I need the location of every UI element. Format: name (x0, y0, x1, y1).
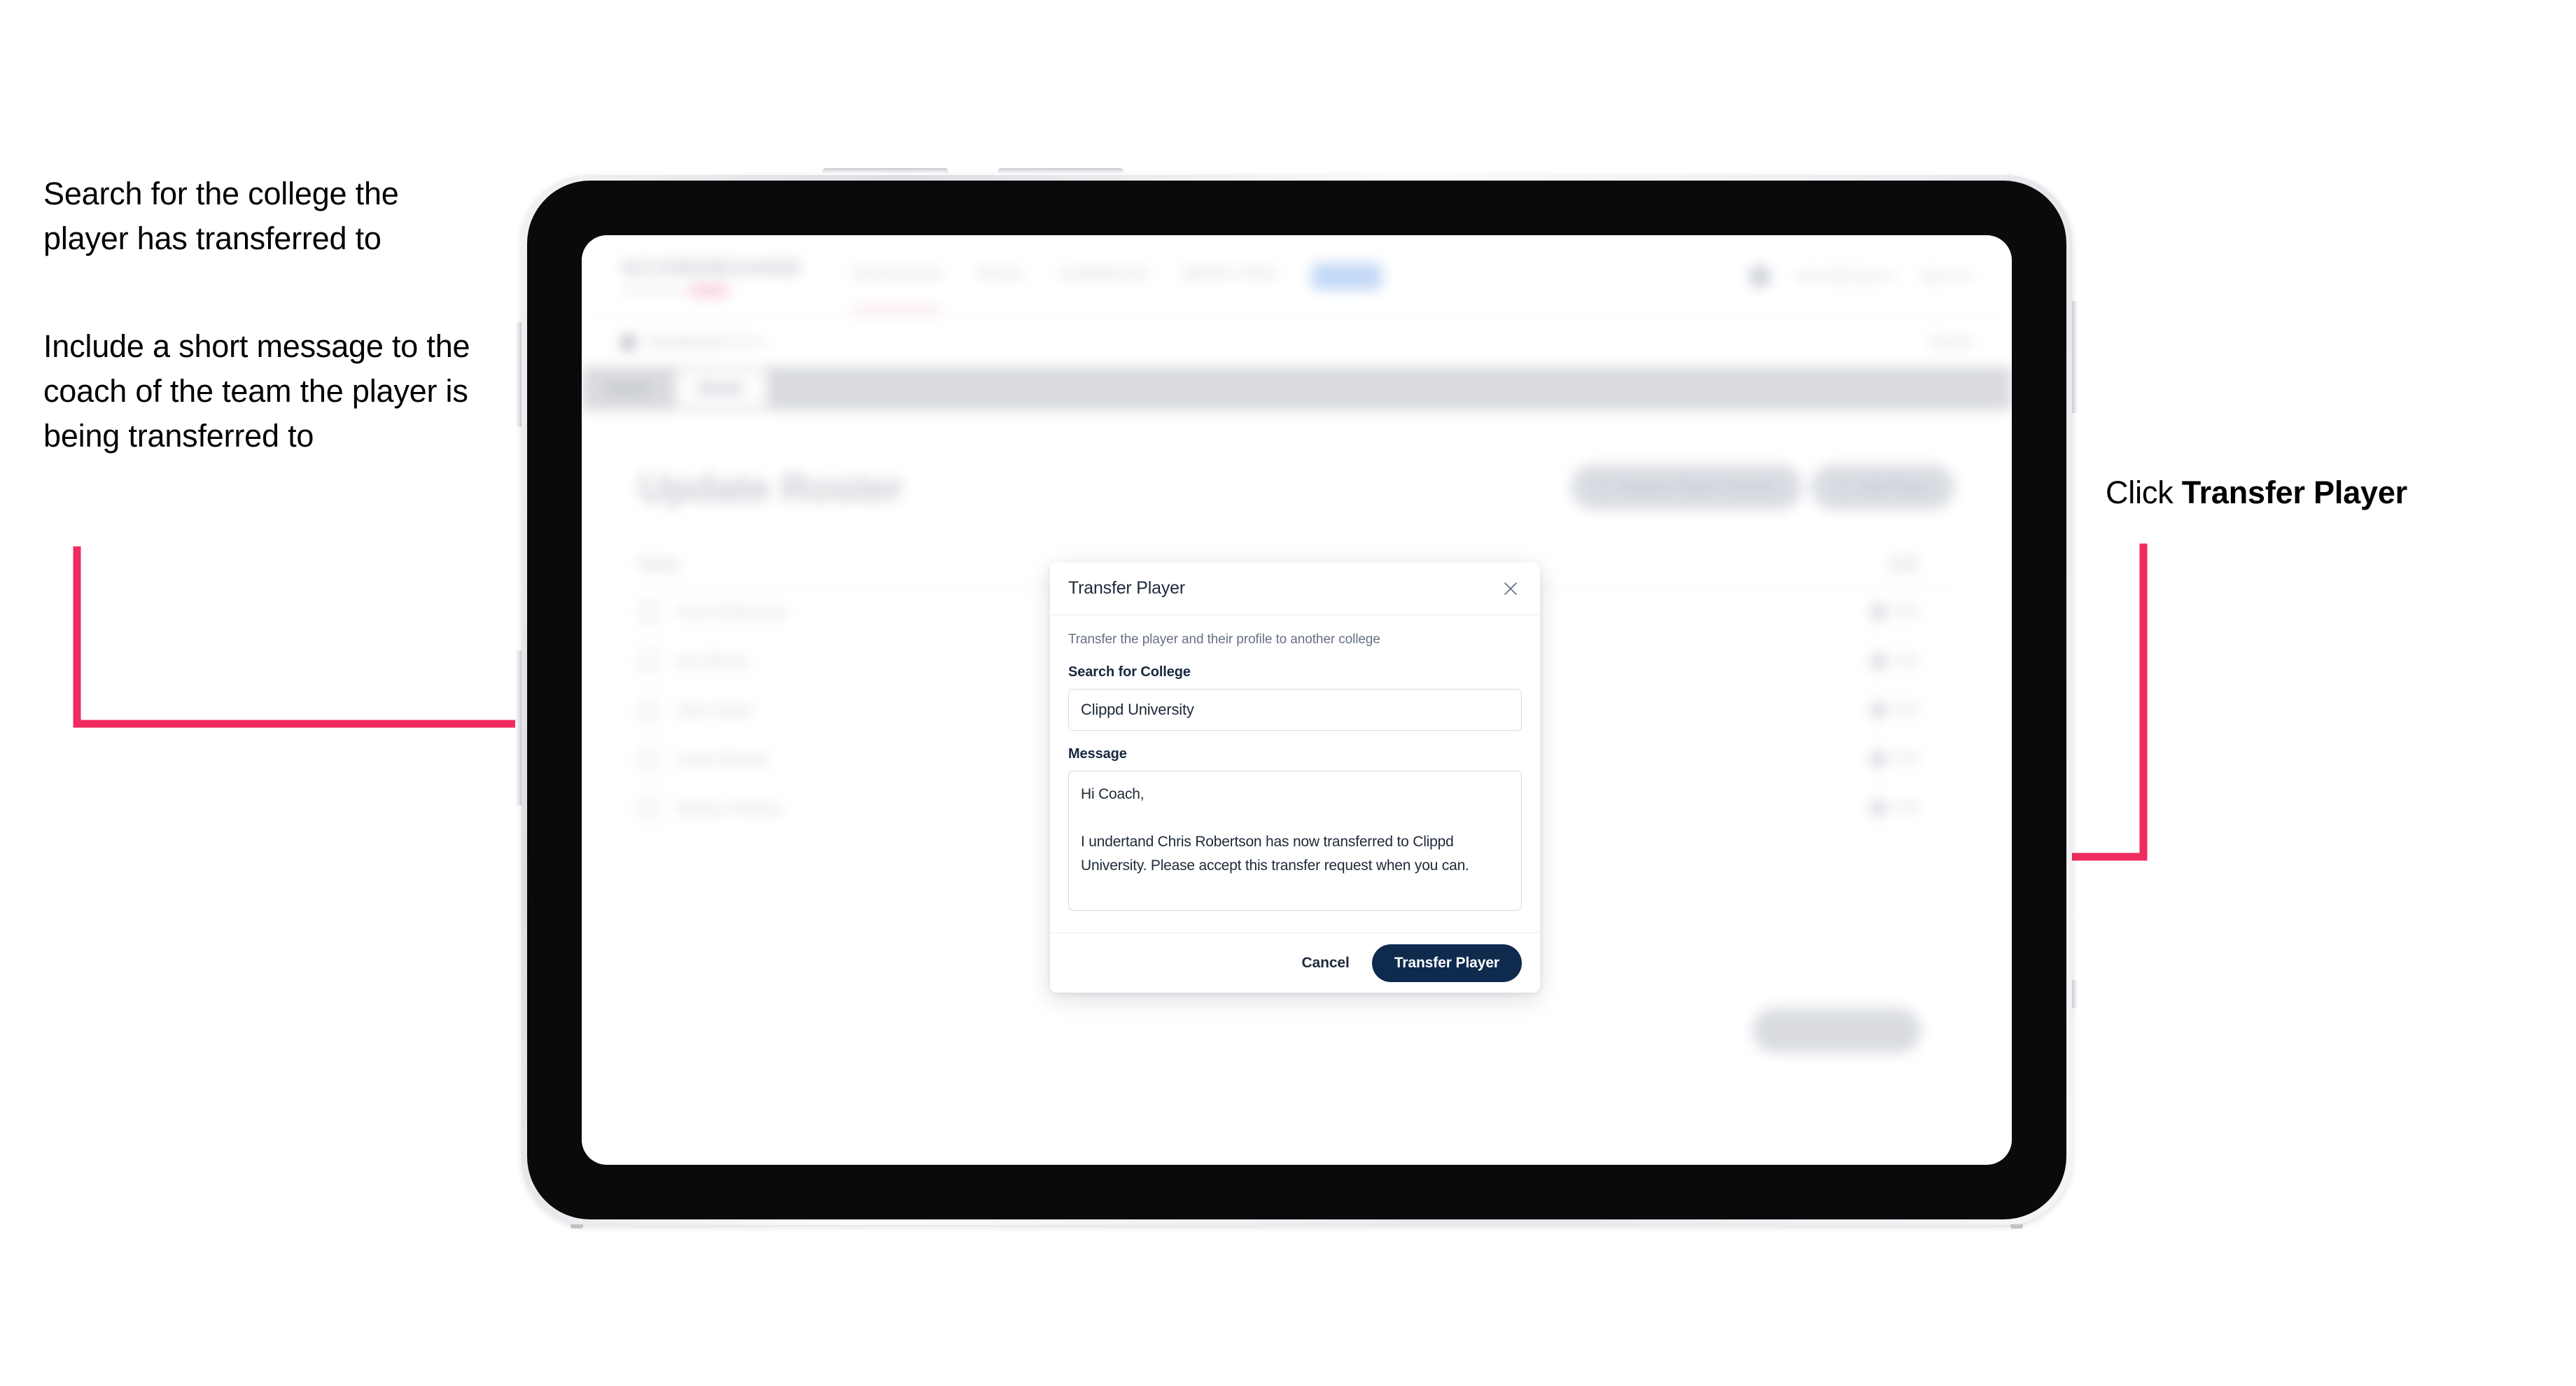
modal-subtitle: Transfer the player and their profile to… (1068, 632, 1380, 647)
bottom-contact-left (570, 1224, 583, 1228)
modal-footer: Cancel Transfer Player (1050, 932, 1540, 993)
device-screen: SCOREBOARD Powered by clippd Tournaments… (582, 235, 2012, 1165)
side-button-upper[interactable] (515, 322, 522, 427)
annotation-click-prefix: Click (2106, 475, 2182, 510)
annotation-search-college: Search for the college the player has tr… (43, 176, 399, 256)
close-icon[interactable] (1499, 577, 1522, 601)
modal-header: Transfer Player (1050, 562, 1540, 615)
screenshot-stage: Search for the college the player has tr… (0, 0, 2576, 1386)
annotation-click-target: Transfer Player (2181, 475, 2407, 510)
annotation-click-transfer: Click Transfer Player (2106, 470, 2540, 515)
bottom-contact-right (2010, 1224, 2023, 1228)
volume-up-button[interactable] (822, 168, 948, 175)
modal-title: Transfer Player (1068, 578, 1185, 598)
transfer-player-modal: Transfer Player Transfer the player and … (1050, 562, 1540, 993)
message-textarea[interactable]: Hi Coach, I undertand Chris Robertson ha… (1068, 771, 1522, 911)
transfer-player-button[interactable]: Transfer Player (1371, 944, 1522, 982)
volume-down-button[interactable] (997, 168, 1124, 175)
tablet-device: SCOREBOARD Powered by clippd Tournaments… (515, 168, 2078, 1228)
search-college-input[interactable] (1068, 689, 1522, 731)
message-field-label: Message (1068, 746, 1127, 762)
annotation-include-message: Include a short message to the coach of … (43, 328, 470, 454)
right-port (2072, 980, 2078, 1008)
side-button-lower[interactable] (515, 651, 522, 805)
device-bezel: SCOREBOARD Powered by clippd Tournaments… (527, 181, 2066, 1219)
college-field-label: Search for College (1068, 664, 1191, 680)
modal-body: Transfer the player and their profile to… (1050, 615, 1540, 932)
cancel-button[interactable]: Cancel (1287, 946, 1363, 980)
power-button[interactable] (2072, 301, 2078, 413)
